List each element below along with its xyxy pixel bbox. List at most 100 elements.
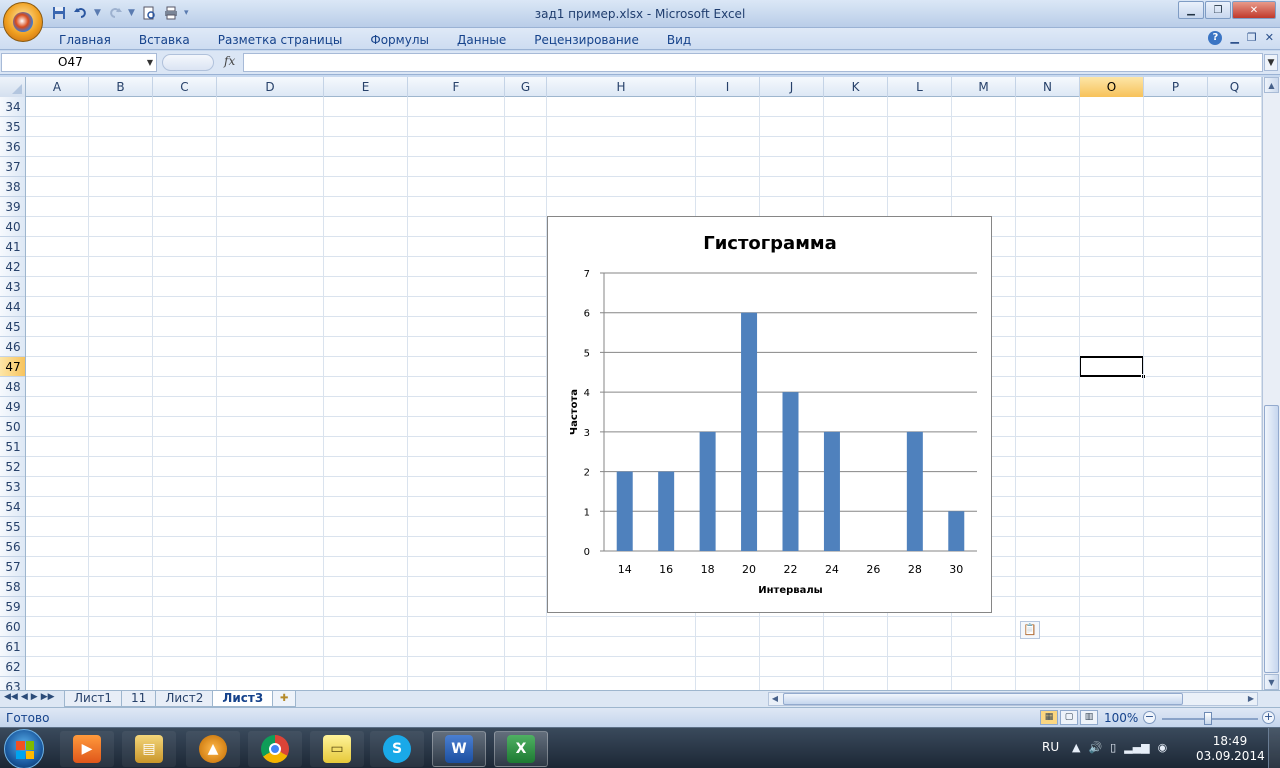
- row-header-34[interactable]: 34: [0, 97, 25, 117]
- column-header-i[interactable]: I: [696, 77, 760, 97]
- sheet-tab-2[interactable]: 11: [121, 691, 157, 707]
- scroll-right-icon[interactable]: ▶: [1245, 693, 1257, 705]
- zoom-slider-knob[interactable]: [1204, 712, 1212, 725]
- column-header-j[interactable]: J: [760, 77, 824, 97]
- row-header-52[interactable]: 52: [0, 457, 25, 477]
- row-header-51[interactable]: 51: [0, 437, 25, 457]
- taskbar-word[interactable]: W: [432, 731, 486, 767]
- taskbar-excel[interactable]: X: [494, 731, 548, 767]
- sheet-tab-3[interactable]: Лист2: [155, 691, 214, 707]
- column-header-e[interactable]: E: [324, 77, 408, 97]
- column-header-h[interactable]: H: [547, 77, 696, 97]
- column-header-b[interactable]: B: [89, 77, 153, 97]
- row-header-57[interactable]: 57: [0, 557, 25, 577]
- scroll-left-icon[interactable]: ◀: [769, 693, 781, 705]
- column-header-k[interactable]: K: [824, 77, 888, 97]
- zoom-level[interactable]: 100%: [1104, 711, 1138, 725]
- column-header-a[interactable]: A: [26, 77, 89, 97]
- start-button[interactable]: [4, 729, 44, 768]
- minimize-button[interactable]: ▁: [1178, 1, 1204, 19]
- row-header-59[interactable]: 59: [0, 597, 25, 617]
- tab-data[interactable]: Данные: [443, 31, 520, 49]
- row-header-54[interactable]: 54: [0, 497, 25, 517]
- vertical-scrollbar[interactable]: ▲ ▼: [1262, 77, 1280, 690]
- language-indicator[interactable]: RU: [1042, 740, 1059, 754]
- taskbar-chrome[interactable]: [248, 731, 302, 767]
- row-header-36[interactable]: 36: [0, 137, 25, 157]
- clock[interactable]: 18:49 03.09.2014: [1196, 734, 1265, 764]
- sheet-tab-1[interactable]: Лист1: [64, 691, 123, 707]
- zoom-out-icon[interactable]: −: [1143, 711, 1156, 724]
- scroll-up-icon[interactable]: ▲: [1264, 77, 1279, 93]
- tab-insert[interactable]: Вставка: [125, 31, 204, 49]
- show-desktop-button[interactable]: [1268, 728, 1280, 768]
- row-header-38[interactable]: 38: [0, 177, 25, 197]
- row-header-40[interactable]: 40: [0, 217, 25, 237]
- name-box[interactable]: O47 ▼: [1, 53, 157, 72]
- histogram-chart[interactable]: Гистограмма 0 1 2 3 4 5 6 7 14 16 18 20 22 24 26 28 30 Инт…: [547, 216, 992, 613]
- horizontal-scroll-thumb[interactable]: [783, 693, 1183, 705]
- row-header-35[interactable]: 35: [0, 117, 25, 137]
- row-header-62[interactable]: 62: [0, 657, 25, 677]
- row-header-43[interactable]: 43: [0, 277, 25, 297]
- insert-sheet-icon[interactable]: ✚: [272, 691, 297, 707]
- column-header-d[interactable]: D: [217, 77, 324, 97]
- row-header-47[interactable]: 47: [0, 357, 25, 377]
- name-box-dropdown-icon[interactable]: ▼: [147, 54, 153, 71]
- tab-page-layout[interactable]: Разметка страницы: [204, 31, 357, 49]
- first-sheet-icon[interactable]: ◀◀: [4, 692, 18, 702]
- workbook-close-icon[interactable]: ✕: [1265, 31, 1274, 45]
- row-header-42[interactable]: 42: [0, 257, 25, 277]
- row-header-58[interactable]: 58: [0, 577, 25, 597]
- expand-formula-bar-icon[interactable]: ▼: [1264, 54, 1278, 71]
- prev-sheet-icon[interactable]: ◀: [21, 692, 28, 702]
- column-header-f[interactable]: F: [408, 77, 505, 97]
- column-header-o[interactable]: O: [1080, 77, 1144, 97]
- row-header-37[interactable]: 37: [0, 157, 25, 177]
- page-break-view-icon[interactable]: ▥: [1080, 710, 1098, 725]
- insert-function-icon[interactable]: fx: [224, 54, 235, 68]
- select-all-button[interactable]: [0, 77, 26, 97]
- tab-view[interactable]: Вид: [653, 31, 705, 49]
- horizontal-scrollbar[interactable]: ◀ ▶: [768, 692, 1258, 706]
- network-icon[interactable]: ◉: [1158, 741, 1168, 754]
- row-header-45[interactable]: 45: [0, 317, 25, 337]
- active-cell[interactable]: [1079, 356, 1146, 379]
- paste-options-icon[interactable]: 📋: [1020, 621, 1040, 639]
- vertical-scroll-thumb[interactable]: [1264, 405, 1279, 673]
- office-button[interactable]: [3, 2, 43, 42]
- row-header-61[interactable]: 61: [0, 637, 25, 657]
- row-header-50[interactable]: 50: [0, 417, 25, 437]
- row-header-55[interactable]: 55: [0, 517, 25, 537]
- tab-review[interactable]: Рецензирование: [520, 31, 653, 49]
- workbook-minimize-icon[interactable]: ▁: [1230, 31, 1238, 45]
- row-header-60[interactable]: 60: [0, 617, 25, 637]
- column-header-g[interactable]: G: [505, 77, 547, 97]
- close-button[interactable]: ✕: [1232, 1, 1276, 19]
- row-header-41[interactable]: 41: [0, 237, 25, 257]
- tab-home[interactable]: Главная: [45, 31, 125, 49]
- signal-icon[interactable]: ▂▄▆: [1124, 741, 1149, 754]
- row-header-46[interactable]: 46: [0, 337, 25, 357]
- help-icon[interactable]: ?: [1208, 31, 1223, 45]
- row-header-39[interactable]: 39: [0, 197, 25, 217]
- column-header-q[interactable]: Q: [1208, 77, 1262, 97]
- formula-input[interactable]: [243, 53, 1263, 72]
- taskbar-aimp[interactable]: ▲: [186, 731, 240, 767]
- column-header-c[interactable]: C: [153, 77, 217, 97]
- last-sheet-icon[interactable]: ▶▶: [41, 692, 55, 702]
- taskbar-media-player[interactable]: ▶: [60, 731, 114, 767]
- restore-button[interactable]: ❐: [1205, 1, 1231, 19]
- page-layout-view-icon[interactable]: ▢: [1060, 710, 1078, 725]
- workbook-restore-icon[interactable]: ❐: [1247, 31, 1257, 45]
- column-header-m[interactable]: M: [952, 77, 1016, 97]
- zoom-in-icon[interactable]: +: [1262, 711, 1275, 724]
- column-header-n[interactable]: N: [1016, 77, 1080, 97]
- show-hidden-icons-icon[interactable]: ▲: [1072, 741, 1080, 754]
- device-icon[interactable]: ▯: [1110, 741, 1116, 754]
- normal-view-icon[interactable]: ▦: [1040, 710, 1058, 725]
- row-header-48[interactable]: 48: [0, 377, 25, 397]
- column-header-l[interactable]: L: [888, 77, 952, 97]
- tab-formulas[interactable]: Формулы: [356, 31, 443, 49]
- sheet-tab-4[interactable]: Лист3: [212, 691, 274, 707]
